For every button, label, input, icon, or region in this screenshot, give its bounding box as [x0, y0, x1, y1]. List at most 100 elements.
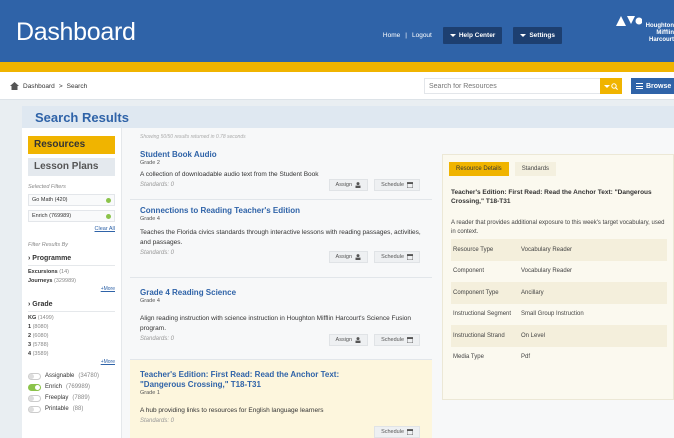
toggle-count: (769989)	[66, 384, 91, 390]
toggle-freeplay[interactable]: Freeplay (7889)	[28, 393, 115, 404]
search-input[interactable]	[425, 79, 595, 93]
help-center-button[interactable]: Help Center	[442, 27, 503, 44]
filter-option[interactable]: 2 (6080)	[28, 332, 115, 341]
selected-filter-chip[interactable]: Enrich (769989)	[28, 210, 115, 222]
schedule-button[interactable]: Schedule	[374, 251, 420, 263]
filter-option[interactable]: 3 (5788)	[28, 341, 115, 350]
details-value: Ancillary	[521, 289, 544, 296]
tab-standards[interactable]: Standards	[514, 162, 557, 176]
breadcrumb-dashboard[interactable]: Dashboard	[23, 83, 55, 90]
more-link[interactable]: +More	[28, 286, 115, 292]
assign-button[interactable]: Assign	[328, 334, 369, 346]
browse-button[interactable]: Browse	[631, 78, 674, 94]
home-icon[interactable]	[10, 82, 19, 90]
result-standards: Standards: 0	[140, 418, 175, 424]
filter-option-count: (8080)	[32, 324, 49, 330]
person-icon	[355, 254, 361, 260]
schedule-button[interactable]: Schedule	[374, 179, 420, 191]
filter-option-count: (14)	[59, 269, 69, 275]
toggle-label: Freeplay	[45, 395, 69, 401]
details-row: Media Type Pdf	[451, 347, 667, 369]
schedule-label: Schedule	[381, 429, 404, 435]
more-link[interactable]: +More	[28, 359, 115, 365]
result-description: Teaches the Florida civics standards thr…	[140, 229, 421, 246]
toggle-label: Printable	[45, 406, 69, 412]
result-title[interactable]: Student Book Audio	[140, 150, 422, 160]
toolbar: Dashboard > Search Browse	[0, 72, 674, 100]
results-count-text: Showing 50/50 results returned in 0.78 s…	[140, 134, 246, 140]
toggle-switch[interactable]	[28, 406, 41, 413]
chevron-down-icon	[604, 84, 610, 88]
menu-icon	[636, 83, 643, 89]
filter-option[interactable]: Excursions (14)	[28, 268, 115, 277]
results-list: Showing 50/50 results returned in 0.78 s…	[130, 128, 432, 438]
result-card-selected[interactable]: Teacher's Edition: First Read: Read the …	[130, 360, 432, 438]
programme-title: Programme	[32, 255, 72, 262]
help-center-label: Help Center	[458, 32, 496, 39]
details-key: Media Type	[453, 354, 484, 361]
toggle-assignable[interactable]: Assignable (34780)	[28, 371, 115, 382]
toggle-count: (34780)	[78, 373, 100, 379]
programme-filter-header[interactable]: › Programme	[28, 252, 115, 266]
logout-link[interactable]: Logout	[412, 32, 432, 39]
assign-button[interactable]: Assign	[328, 251, 369, 263]
result-title[interactable]: Teacher's Edition: First Read: Read the …	[140, 370, 370, 390]
toggle-switch[interactable]	[28, 384, 41, 391]
selected-filter-chip[interactable]: Go Math (420)	[28, 194, 115, 206]
assign-button[interactable]: Assign	[328, 179, 369, 191]
details-description: A reader that provides additional exposu…	[451, 220, 665, 235]
filter-option-count: (3589)	[32, 351, 49, 357]
schedule-button[interactable]: Schedule	[374, 334, 420, 346]
brand-logo: Houghton Mifflin Harcourt	[614, 16, 674, 58]
selected-filters-label: Selected Filters	[28, 184, 66, 190]
home-link[interactable]: Home	[383, 32, 400, 39]
resource-details-panel: Resource Details Standards Teacher's Edi…	[442, 154, 674, 400]
calendar-icon	[407, 182, 413, 188]
settings-button[interactable]: Settings	[513, 27, 562, 44]
filter-option[interactable]: Journeys (329989)	[28, 277, 115, 286]
toggle-switch[interactable]	[28, 395, 41, 402]
filter-option-name: Journeys	[28, 278, 53, 284]
toggle-switch[interactable]	[28, 373, 41, 380]
header-accent-stripe	[0, 62, 674, 72]
grade-filter-header[interactable]: › Grade	[28, 298, 115, 312]
chevron-right-icon: ›	[28, 301, 31, 308]
details-row: Instructional Segment Small Group Instruc…	[451, 304, 667, 326]
details-value: On Level	[521, 332, 546, 339]
details-row: Instructional Strand On Level	[451, 325, 667, 347]
tab-lesson-plans[interactable]: Lesson Plans	[28, 158, 115, 176]
filter-by-label: Filter Results By	[28, 242, 69, 248]
filter-option[interactable]: 1 (8080)	[28, 323, 115, 332]
filter-option-name: 4	[28, 351, 32, 357]
filter-option-count: (6080)	[32, 333, 49, 339]
grade-title: Grade	[32, 301, 53, 308]
assign-label: Assign	[335, 182, 353, 188]
clear-all-link[interactable]: Clear All	[28, 226, 115, 232]
tab-resources[interactable]: Resources	[28, 136, 115, 154]
tab-resource-details[interactable]: Resource Details	[449, 162, 509, 176]
details-value: Vocabulary Reader	[521, 268, 573, 275]
settings-label: Settings	[529, 32, 555, 39]
details-key: Component	[453, 268, 485, 275]
result-title[interactable]: Connections to Reading Teacher's Edition	[140, 206, 422, 216]
result-title[interactable]: Grade 4 Reading Science	[140, 288, 422, 298]
filter-option[interactable]: KG (1499)	[28, 314, 115, 323]
search-results-panel: Search Results Resources Lesson Plans Se…	[22, 106, 674, 438]
details-tabs: Resource Details Standards	[449, 162, 557, 176]
schedule-button[interactable]: Schedule	[374, 426, 420, 438]
chevron-down-icon	[520, 34, 527, 37]
result-grade: Grade 1	[140, 390, 160, 396]
toggle-enrich[interactable]: Enrich (769989)	[28, 382, 115, 393]
result-card[interactable]: Student Book Audio Grade 2 A collection …	[130, 144, 432, 200]
filter-option-name: KG	[28, 315, 37, 321]
result-card[interactable]: Grade 4 Reading Science Grade 4 Align re…	[130, 278, 432, 360]
toggle-printable[interactable]: Printable (88)	[28, 404, 115, 415]
person-icon	[355, 182, 361, 188]
filter-option[interactable]: 4 (3589)	[28, 350, 115, 359]
toggle-count: (88)	[72, 406, 84, 412]
remove-filter-icon[interactable]	[106, 197, 111, 203]
result-card[interactable]: Connections to Reading Teacher's Edition…	[130, 200, 432, 278]
remove-filter-icon[interactable]	[106, 213, 111, 219]
panel-header: Search Results	[22, 106, 674, 128]
search-button[interactable]	[600, 78, 622, 94]
